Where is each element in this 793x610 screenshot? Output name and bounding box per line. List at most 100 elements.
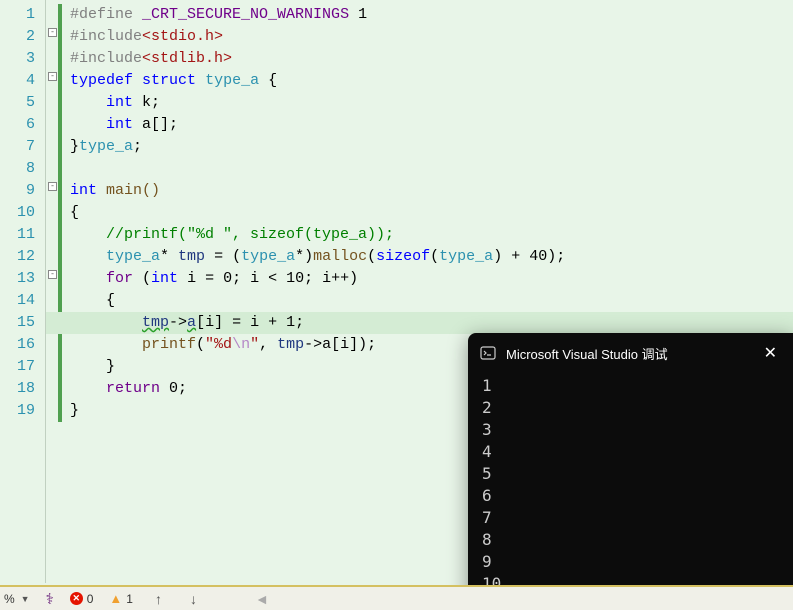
preprocessor: #define [70,6,133,23]
console-titlebar[interactable]: Microsoft Visual Studio 调试 ✕ [468,333,793,371]
console-line: 8 [482,529,779,551]
indent [70,248,106,265]
line-number: 16 [0,334,45,356]
operator: = ( [205,248,241,265]
brace: } [70,402,79,419]
variable: a[]; [133,116,178,133]
terminal-icon [480,345,496,361]
keyword: int [106,94,133,111]
zoom-label: % [4,592,15,606]
type-name: type_a [439,248,493,265]
code-text: [i] = i + 1; [196,314,304,331]
operator: -> [169,314,187,331]
brace: } [70,358,115,375]
console-line: 5 [482,463,779,485]
debug-console[interactable]: Microsoft Visual Studio 调试 ✕ 1 2 3 4 5 6… [468,333,793,610]
identifier: a [187,314,196,331]
console-title: Microsoft Visual Studio 调试 [506,344,760,363]
type-name: type_a [205,72,259,89]
code-text: i = 0; i < 10; i++) [178,270,358,287]
indent [70,270,106,287]
keyword: return [106,380,160,397]
keyword: int [106,116,133,133]
comment: //printf("%d ", sizeof(type_a)); [106,226,394,243]
string-literal: "%d [205,336,232,353]
indent [70,314,142,331]
line-number: 3 [0,48,45,70]
comma: , [259,336,277,353]
line-number: 6 [0,114,45,136]
keyword: sizeof [376,248,430,265]
errors-count: 0 [87,592,94,606]
arrow-up-icon: ↑ [149,591,168,607]
paren: ( [430,248,439,265]
line-number: 17 [0,356,45,378]
line-number: 19 [0,400,45,422]
warnings-indicator[interactable]: ▲ 1 [101,591,141,606]
brace: { [70,292,115,309]
include-header: <stdlib.h> [142,50,232,67]
paren: ( [367,248,376,265]
arrow-left-icon: ◄ [249,591,275,607]
nav-up-button[interactable]: ↑ [141,591,176,607]
brace: } [70,138,79,155]
type-name: type_a [241,248,295,265]
function-call: printf [142,336,196,353]
console-output[interactable]: 1 2 3 4 5 6 7 8 9 10 [468,371,793,599]
line-number: 11 [0,224,45,246]
error-icon: ✕ [70,592,83,605]
nav-down-button[interactable]: ↓ [176,591,211,607]
indent [70,116,106,133]
health-icon: ⚕ [46,590,54,608]
identifier: tmp [178,248,205,265]
operator: * [160,248,178,265]
semicolon: ; [133,138,142,155]
console-line: 2 [482,397,779,419]
paren: ( [196,336,205,353]
macro-value: 1 [358,6,367,23]
status-bar: % ▼ ⚕ ✕ 0 ▲ 1 ↑ ↓ ◄ [0,585,793,610]
indent [70,94,106,111]
line-number: 8 [0,158,45,180]
preprocessor: #include [70,50,142,67]
operator: *) [295,248,313,265]
code-text: a[i]); [322,336,376,353]
variable: k; [133,94,160,111]
line-number: 13 [0,268,45,290]
zoom-dropdown[interactable]: % ▼ [0,592,38,606]
errors-indicator[interactable]: ✕ 0 [62,592,102,606]
close-icon[interactable]: ✕ [760,343,781,363]
current-line[interactable]: tmp->a[i] = i + 1; [46,312,793,334]
line-number: 10 [0,202,45,224]
console-line: 3 [482,419,779,441]
console-line: 7 [482,507,779,529]
health-indicator[interactable]: ⚕ [38,590,62,608]
identifier: tmp [277,336,304,353]
operator: -> [304,336,322,353]
line-number: 18 [0,378,45,400]
warning-icon: ▲ [109,591,122,606]
line-number: 14 [0,290,45,312]
console-line: 4 [482,441,779,463]
function-name: main() [97,182,160,199]
line-number: 5 [0,92,45,114]
console-line: 1 [482,375,779,397]
scroll-left-button[interactable]: ◄ [241,591,283,607]
console-line: 9 [482,551,779,573]
line-number: 7 [0,136,45,158]
escape-char: \n [232,336,250,353]
type-name: type_a [106,248,160,265]
indent [70,226,106,243]
identifier: tmp [142,314,169,331]
keyword: typedef [70,72,133,89]
code-text: 0; [160,380,187,397]
line-number: 1 [0,4,45,26]
string-literal: " [250,336,259,353]
macro-name: _CRT_SECURE_NO_WARNINGS [142,6,349,23]
keyword: struct [142,72,196,89]
brace: { [70,204,79,221]
keyword: int [70,182,97,199]
line-number: 15 [0,312,45,334]
console-line: 6 [482,485,779,507]
keyword: int [151,270,178,287]
